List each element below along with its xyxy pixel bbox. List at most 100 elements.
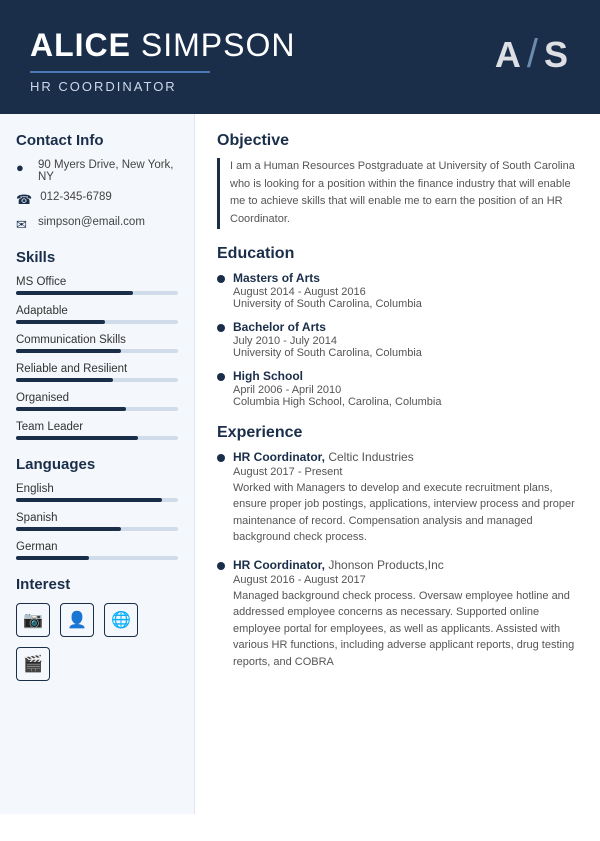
edu-degree: High School	[233, 369, 442, 383]
edu-school: University of South Carolina, Columbia	[233, 298, 422, 310]
edu-body: High School April 2006 - April 2010 Colu…	[233, 369, 442, 408]
slash: /	[527, 32, 540, 77]
bullet-dot	[217, 324, 225, 332]
exp-dates: August 2017 - Present	[233, 466, 580, 478]
skill-label: MS Office	[16, 276, 178, 288]
skill-bar-bg	[16, 436, 178, 440]
header-left: ALICE SIMPSON HR COORDINATOR	[30, 28, 295, 94]
languages-section-title: Languages	[16, 456, 178, 473]
contact-address: ● 90 Myers Drive, New York, NY	[16, 159, 178, 183]
bullet-dot	[217, 454, 225, 462]
lang-bar-fill	[16, 527, 121, 531]
person-icon: 👤	[60, 603, 94, 637]
contact-section-title: Contact Info	[16, 132, 178, 149]
experience-section-title: Experience	[217, 424, 580, 442]
experience-item: HR Coordinator, Jhonson Products,Inc Aug…	[217, 558, 580, 671]
experience-list: HR Coordinator, Celtic Industries August…	[217, 450, 580, 671]
objective-section-title: Objective	[217, 132, 580, 150]
languages-list: English Spanish German	[16, 483, 178, 560]
skill-bar-fill	[16, 378, 113, 382]
main-layout: Contact Info ● 90 Myers Drive, New York,…	[0, 114, 600, 814]
contact-email: ✉ simpson@email.com	[16, 216, 178, 233]
lang-bar-bg	[16, 527, 178, 531]
skills-list: MS Office Adaptable Communication Skills…	[16, 276, 178, 440]
skill-item: Communication Skills	[16, 334, 178, 353]
contact-phone: ☎ 012-345-6789	[16, 191, 178, 208]
globe-icon: 🌐	[104, 603, 138, 637]
header-initials: A / S	[495, 32, 570, 77]
exp-dates: August 2016 - August 2017	[233, 574, 580, 586]
language-item: German	[16, 541, 178, 560]
header-name: ALICE SIMPSON	[30, 28, 295, 63]
skill-item: Team Leader	[16, 421, 178, 440]
edu-dates: April 2006 - April 2010	[233, 384, 442, 396]
skill-item: Organised	[16, 392, 178, 411]
edu-degree: Bachelor of Arts	[233, 320, 422, 334]
phone-text: 012-345-6789	[40, 191, 112, 203]
edu-body: Masters of Arts August 2014 - August 201…	[233, 271, 422, 310]
lang-bar-fill	[16, 556, 89, 560]
lang-bar-fill	[16, 498, 162, 502]
email-icon: ✉	[16, 217, 30, 233]
phone-icon: ☎	[16, 192, 32, 208]
skill-bar-fill	[16, 320, 105, 324]
bullet-dot	[217, 373, 225, 381]
edu-dates: July 2010 - July 2014	[233, 335, 422, 347]
bullet-dot	[217, 275, 225, 283]
experience-item: HR Coordinator, Celtic Industries August…	[217, 450, 580, 546]
skill-bar-bg	[16, 349, 178, 353]
edu-school: Columbia High School, Carolina, Columbia	[233, 396, 442, 408]
interest-icons: 📷 👤 🌐 🎬	[16, 603, 178, 681]
skill-label: Communication Skills	[16, 334, 178, 346]
interest-section-title: Interest	[16, 576, 178, 593]
education-section-title: Education	[217, 245, 580, 263]
video-icon: 🎬	[16, 647, 50, 681]
skill-item: Reliable and Resilient	[16, 363, 178, 382]
edu-degree: Masters of Arts	[233, 271, 422, 285]
skill-label: Reliable and Resilient	[16, 363, 178, 375]
edu-dates: August 2014 - August 2016	[233, 286, 422, 298]
header: ALICE SIMPSON HR COORDINATOR A / S	[0, 0, 600, 114]
education-item: Masters of Arts August 2014 - August 201…	[217, 271, 580, 310]
education-list: Masters of Arts August 2014 - August 201…	[217, 271, 580, 408]
skill-bar-bg	[16, 291, 178, 295]
lang-label: English	[16, 483, 178, 495]
education-item: Bachelor of Arts July 2010 - July 2014 U…	[217, 320, 580, 359]
exp-description: Managed background check process. Oversa…	[233, 588, 580, 671]
education-item: High School April 2006 - April 2010 Colu…	[217, 369, 580, 408]
content: Objective I am a Human Resources Postgra…	[195, 114, 600, 814]
email-text: simpson@email.com	[38, 216, 145, 228]
exp-body: HR Coordinator, Celtic Industries August…	[233, 450, 580, 546]
skill-bar-fill	[16, 349, 121, 353]
camera-icon: 📷	[16, 603, 50, 637]
language-item: English	[16, 483, 178, 502]
language-item: Spanish	[16, 512, 178, 531]
lang-label: German	[16, 541, 178, 553]
skill-label: Organised	[16, 392, 178, 404]
exp-title: HR Coordinator,	[233, 558, 325, 572]
exp-body: HR Coordinator, Jhonson Products,Inc Aug…	[233, 558, 580, 671]
sidebar: Contact Info ● 90 Myers Drive, New York,…	[0, 114, 195, 814]
skill-bar-bg	[16, 378, 178, 382]
exp-company: Jhonson Products,Inc	[328, 558, 443, 572]
exp-company: Celtic Industries	[328, 450, 413, 464]
skill-item: MS Office	[16, 276, 178, 295]
skill-bar-fill	[16, 407, 126, 411]
edu-body: Bachelor of Arts July 2010 - July 2014 U…	[233, 320, 422, 359]
skill-item: Adaptable	[16, 305, 178, 324]
skill-label: Adaptable	[16, 305, 178, 317]
location-icon: ●	[16, 160, 30, 175]
skills-section-title: Skills	[16, 249, 178, 266]
lang-bar-bg	[16, 498, 178, 502]
edu-school: University of South Carolina, Columbia	[233, 347, 422, 359]
exp-description: Worked with Managers to develop and exec…	[233, 480, 580, 546]
header-title: HR COORDINATOR	[30, 71, 210, 94]
skill-bar-bg	[16, 320, 178, 324]
skill-bar-fill	[16, 291, 133, 295]
address-text: 90 Myers Drive, New York, NY	[38, 159, 178, 183]
lang-bar-bg	[16, 556, 178, 560]
exp-title-line: HR Coordinator, Jhonson Products,Inc	[233, 558, 580, 572]
bullet-dot	[217, 562, 225, 570]
exp-title: HR Coordinator,	[233, 450, 325, 464]
objective-text: I am a Human Resources Postgraduate at U…	[217, 158, 580, 228]
